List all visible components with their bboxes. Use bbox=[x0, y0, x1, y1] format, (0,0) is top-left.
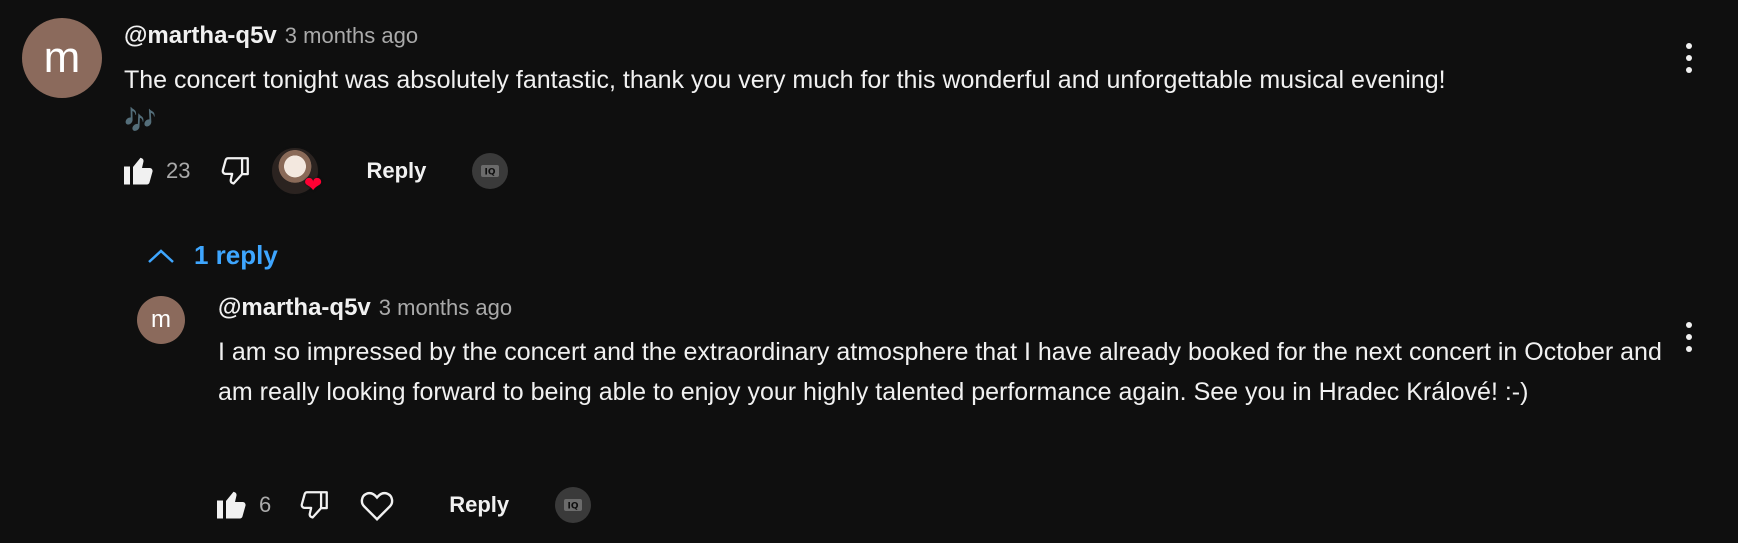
music-notes-emoji: 🎶 bbox=[124, 105, 157, 135]
heart-outline-icon bbox=[360, 491, 394, 521]
avatar[interactable]: m bbox=[22, 18, 102, 98]
ai-badge-glyph: IQ bbox=[564, 499, 583, 512]
reply-ai-badge-icon[interactable]: IQ bbox=[555, 487, 592, 523]
menu-dot bbox=[1686, 346, 1692, 352]
reply-like-count: 6 bbox=[259, 492, 272, 517]
reply-author[interactable]: @martha-q5v bbox=[218, 294, 371, 322]
menu-dot bbox=[1686, 43, 1692, 49]
heart-filled-icon: ❤ bbox=[304, 172, 323, 197]
reply-header: @martha-q5v 3 months ago bbox=[218, 294, 1688, 324]
comment-thread: m @martha-q5v 3 months ago The concert t… bbox=[22, 18, 1514, 141]
reply-dislike-button[interactable] bbox=[295, 483, 333, 527]
comments-section: m @martha-q5v 3 months ago The concert t… bbox=[0, 0, 1738, 543]
comment-menu-button[interactable] bbox=[1679, 43, 1699, 73]
ai-badge-icon[interactable]: IQ bbox=[472, 153, 509, 189]
reply-text: I am so impressed by the concert and the… bbox=[218, 338, 1669, 406]
comment-header: @martha-q5v 3 months ago bbox=[124, 22, 1514, 52]
comment-actions: 23 ❤ Reply IQ bbox=[120, 146, 509, 197]
thumbs-down-icon bbox=[300, 491, 329, 519]
chevron-up-icon bbox=[148, 248, 174, 263]
reply-time[interactable]: 3 months ago bbox=[379, 295, 512, 321]
comment-author[interactable]: @martha-q5v bbox=[124, 22, 277, 50]
menu-dot bbox=[1686, 334, 1692, 340]
comment-text-content: The concert tonight was absolutely fanta… bbox=[124, 66, 1446, 94]
reply-body: @martha-q5v 3 months ago I am so impress… bbox=[218, 294, 1688, 412]
reply-button[interactable]: Reply bbox=[366, 158, 426, 184]
like-count: 23 bbox=[166, 158, 191, 183]
reply-actions: 6 Reply IQ bbox=[213, 480, 592, 530]
reply-avatar[interactable]: m bbox=[137, 296, 185, 344]
svg-text:IQ: IQ bbox=[485, 168, 496, 178]
svg-text:IQ: IQ bbox=[568, 502, 579, 512]
creator-heart-badge[interactable]: ❤ bbox=[270, 146, 323, 197]
thumbs-up-icon bbox=[217, 491, 246, 519]
like-button[interactable] bbox=[120, 149, 158, 193]
reply-menu-button[interactable] bbox=[1679, 322, 1699, 352]
comment-text: The concert tonight was absolutely fanta… bbox=[124, 60, 1514, 141]
menu-dot bbox=[1686, 67, 1692, 73]
reply-reply-button[interactable]: Reply bbox=[449, 492, 509, 518]
replies-toggle-label: 1 reply bbox=[194, 240, 278, 270]
ai-badge-glyph: IQ bbox=[481, 165, 500, 178]
menu-dot bbox=[1686, 322, 1692, 328]
reply-comment: m @martha-q5v 3 months ago I am so impre… bbox=[137, 294, 1688, 412]
replies-toggle[interactable]: 1 reply bbox=[146, 240, 278, 271]
menu-dot bbox=[1686, 55, 1692, 61]
dislike-button[interactable] bbox=[216, 149, 254, 193]
reply-like-button[interactable] bbox=[213, 483, 251, 527]
comment-body: @martha-q5v 3 months ago The concert ton… bbox=[124, 18, 1514, 141]
reply-heart-button[interactable] bbox=[357, 483, 397, 527]
comment-time[interactable]: 3 months ago bbox=[285, 23, 418, 49]
thumbs-down-icon bbox=[222, 157, 250, 185]
thumbs-up-icon bbox=[124, 157, 153, 185]
